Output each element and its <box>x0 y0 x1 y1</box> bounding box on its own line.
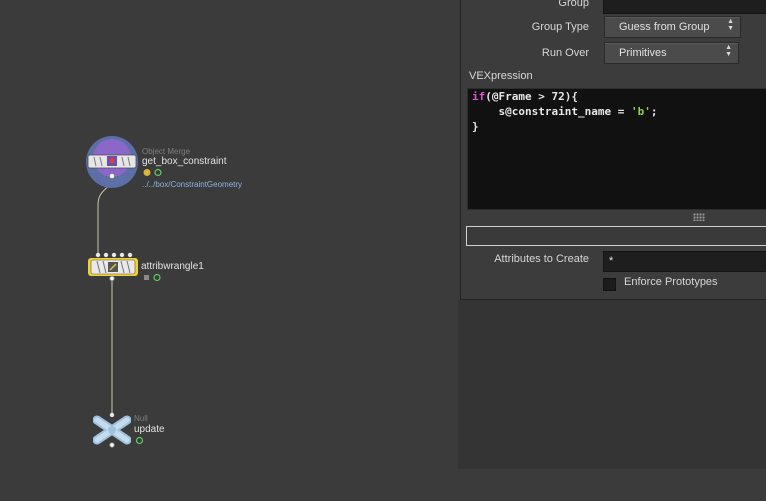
dropdown-arrows-icon: ▲ ▼ <box>727 18 734 32</box>
attributes-to-create-value: * <box>609 255 614 267</box>
group-field[interactable] <box>603 0 766 14</box>
attributes-to-create-label: Attributes to Create <box>494 253 589 265</box>
code-line-2: s@constraint_name = 'b'; <box>472 105 658 118</box>
run-over-label: Run Over <box>541 47 589 59</box>
group-type-value: Guess from Group <box>619 21 710 33</box>
group-type-dropdown[interactable]: Guess from Group ▲ ▼ <box>604 16 741 38</box>
group-type-label: Group Type <box>531 21 589 33</box>
object-merge-name: get_box_constraint <box>142 156 227 167</box>
run-over-dropdown[interactable]: Primitives ▲ ▼ <box>604 42 739 64</box>
attributes-to-create-field[interactable]: * <box>603 251 766 272</box>
attribwrangle-flags-icon <box>144 273 161 282</box>
null-flag-icon <box>135 436 144 445</box>
object-merge-path: ../../box/ConstraintGeometry <box>142 180 243 189</box>
null-name: update <box>134 424 165 435</box>
network-view[interactable]: Object Merge get_box_constraint ../../bo… <box>0 0 458 501</box>
attribwrangle-name: attribwrangle1 <box>141 261 204 272</box>
object-merge-type-label: Object Merge <box>142 147 191 156</box>
code-line-1: if(@Frame > 72){ <box>472 90 578 103</box>
expression-input[interactable] <box>466 226 766 246</box>
object-merge-flags-icon <box>143 168 162 177</box>
vex-code-editor[interactable]: if(@Frame > 72){ s@constraint_name = 'b'… <box>467 88 766 210</box>
null-type-label: Null <box>134 414 148 423</box>
enforce-prototypes-label: Enforce Prototypes <box>624 276 718 288</box>
vexpression-label: VEXpression <box>469 70 533 82</box>
attribwrangle-node[interactable] <box>86 251 140 286</box>
node-wires <box>97 175 113 416</box>
resize-grip-icon[interactable] <box>693 213 705 221</box>
group-label: Group <box>558 0 589 9</box>
object-merge-node[interactable] <box>85 135 139 194</box>
run-over-value: Primitives <box>619 47 667 59</box>
enforce-prototypes-checkbox[interactable] <box>603 278 616 291</box>
dropdown-arrows-icon: ▲ ▼ <box>725 44 732 58</box>
network-bottom-strip <box>458 469 766 501</box>
null-node[interactable] <box>92 412 132 453</box>
code-line-3: } <box>472 120 479 133</box>
empty-pane <box>458 300 766 469</box>
